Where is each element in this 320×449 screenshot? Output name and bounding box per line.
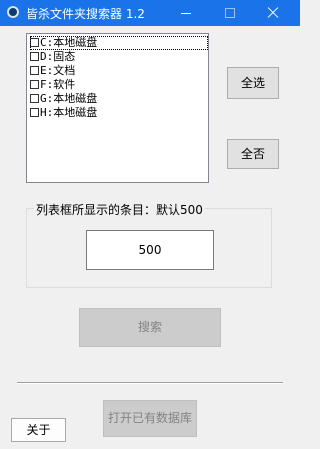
drive-label: F:软件 [40,78,76,91]
list-item-drive-g[interactable]: G:本地磁盘 [30,92,208,106]
separator [17,382,283,384]
checkbox[interactable] [30,52,39,61]
list-item-drive-e[interactable]: E:文档 [30,64,208,78]
checkbox[interactable] [30,108,39,117]
drive-label: G:本地磁盘 [40,92,98,105]
checkbox[interactable] [30,80,39,89]
app-icon [7,6,19,18]
list-item-drive-c[interactable]: C:本地磁盘 [30,36,208,50]
list-count-label: 列表框所显示的条目：默认500 [34,201,205,218]
open-database-button[interactable]: 打开已有数据库 [103,400,197,437]
checkbox[interactable] [30,66,39,75]
list-count-input[interactable]: 500 [86,230,214,270]
drive-label: H:本地磁盘 [40,106,98,119]
drive-label: C:本地磁盘 [40,36,98,49]
about-button[interactable]: 关于 [11,418,66,442]
list-item-drive-h[interactable]: H:本地磁盘 [30,106,208,120]
minimize-button[interactable] [166,0,206,26]
maximize-button[interactable] [210,0,250,26]
list-item-drive-d[interactable]: D:固态 [30,50,208,64]
close-button[interactable] [254,0,294,26]
checkbox[interactable] [30,94,39,103]
list-item-drive-f[interactable]: F:软件 [30,78,208,92]
search-button[interactable]: 搜索 [79,308,221,347]
title-bar: 皆杀文件夹搜索器 1.2 [0,0,300,26]
window-title: 皆杀文件夹搜索器 1.2 [26,7,145,21]
drive-label: D:固态 [40,50,76,63]
drive-listbox[interactable]: C:本地磁盘 D:固态 E:文档 F:软件 G:本地磁盘 H:本地磁盘 [26,33,209,183]
drive-label: E:文档 [40,64,76,77]
checkbox[interactable] [30,38,39,47]
select-all-button[interactable]: 全选 [227,67,279,99]
select-none-button[interactable]: 全否 [227,139,279,169]
